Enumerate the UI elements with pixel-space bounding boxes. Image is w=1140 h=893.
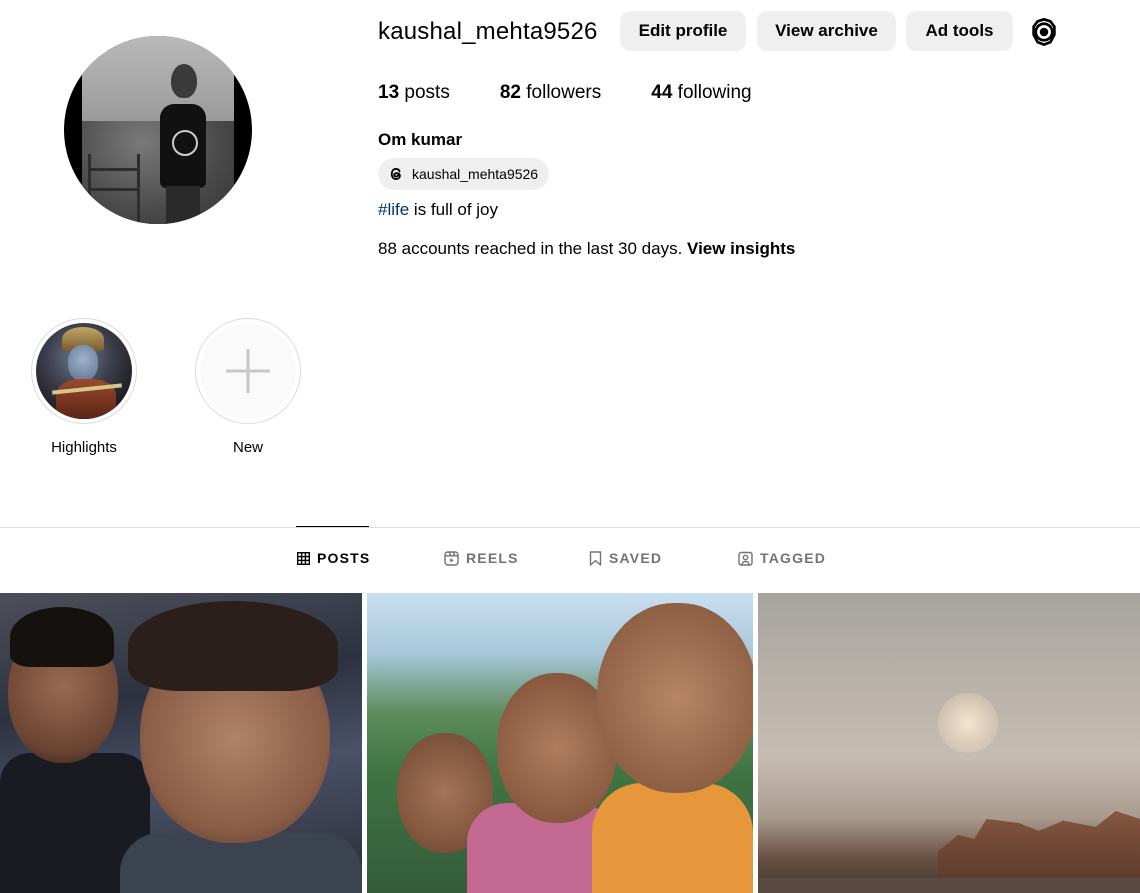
tab-posts[interactable]: POSTS xyxy=(297,550,370,566)
bookmark-icon xyxy=(589,550,602,566)
followers-count: 82 xyxy=(499,82,521,103)
bio-hashtag[interactable]: #life xyxy=(378,200,409,219)
followers-stat[interactable]: 82 followers xyxy=(500,82,601,104)
post-1-person-b-hair xyxy=(128,601,338,691)
threads-handle: kaushal_mehta9526 xyxy=(412,166,539,182)
insights-text: 88 accounts reached in the last 30 days. xyxy=(378,239,688,258)
view-insights-link[interactable]: View insights xyxy=(687,239,795,258)
profile-avatar[interactable] xyxy=(64,36,252,224)
avatar-person-body xyxy=(160,104,206,188)
tab-saved[interactable]: SAVED xyxy=(589,550,662,566)
grid-icon xyxy=(297,551,310,565)
reels-icon xyxy=(444,550,459,566)
following-label: following xyxy=(677,82,752,103)
tab-reels-label: REELS xyxy=(466,550,519,566)
profile-full-name: Om kumar xyxy=(378,130,463,149)
cover-face xyxy=(68,345,98,381)
tab-tagged-label: TAGGED xyxy=(760,550,827,566)
posts-stat: 13 posts xyxy=(378,82,450,104)
new-highlight-button[interactable] xyxy=(195,318,301,424)
avatar-fence xyxy=(88,154,140,224)
avatar-person-legs xyxy=(166,186,200,224)
threads-link[interactable]: kaushal_mehta9526 xyxy=(378,158,549,190)
gear-icon[interactable] xyxy=(1028,16,1060,48)
post-2-person-c-scarf xyxy=(592,783,753,893)
tag-icon xyxy=(738,551,753,566)
avatar-photo xyxy=(82,36,234,224)
new-highlight-label: New xyxy=(232,439,263,456)
threads-icon xyxy=(390,167,401,181)
post-thumbnail[interactable] xyxy=(758,593,1140,893)
post-3-sun xyxy=(938,693,998,753)
tabs-divider xyxy=(0,527,1140,528)
bio-text: is full of joy xyxy=(409,200,498,219)
ad-tools-button[interactable]: Ad tools xyxy=(906,11,1013,51)
avatar-person-head xyxy=(171,64,197,98)
posts-count: 13 xyxy=(378,82,400,103)
profile-bio: #life is full of joy xyxy=(378,200,498,220)
insights-line: 88 accounts reached in the last 30 days.… xyxy=(378,239,795,259)
posts-label: posts xyxy=(404,82,450,103)
following-stat[interactable]: 44 following xyxy=(651,82,751,104)
profile-stats: 13 posts 82 followers 44 following xyxy=(378,82,802,104)
following-count: 44 xyxy=(651,82,673,103)
post-thumbnail[interactable] xyxy=(0,593,362,893)
edit-profile-button[interactable]: Edit profile xyxy=(620,11,746,51)
active-tab-indicator xyxy=(296,526,369,527)
view-archive-button[interactable]: View archive xyxy=(757,11,896,51)
tab-saved-label: SAVED xyxy=(609,550,663,566)
profile-username: kaushal_mehta9526 xyxy=(378,18,598,45)
post-1-person-a-hair xyxy=(10,607,114,667)
tab-reels[interactable]: REELS xyxy=(444,550,519,566)
post-3-water xyxy=(758,878,1140,893)
post-2-person-c-face xyxy=(597,603,753,793)
highlight-cover xyxy=(36,323,132,419)
tab-posts-label: POSTS xyxy=(317,550,371,566)
tab-tagged[interactable]: TAGGED xyxy=(738,550,826,566)
new-highlight-circle xyxy=(200,323,296,419)
plus-icon xyxy=(226,349,270,393)
highlight-item[interactable] xyxy=(31,318,137,424)
highlight-label: Highlights xyxy=(51,439,117,456)
followers-label: followers xyxy=(526,82,602,103)
post-3-buildings xyxy=(938,811,1140,883)
post-thumbnail[interactable] xyxy=(367,593,753,893)
